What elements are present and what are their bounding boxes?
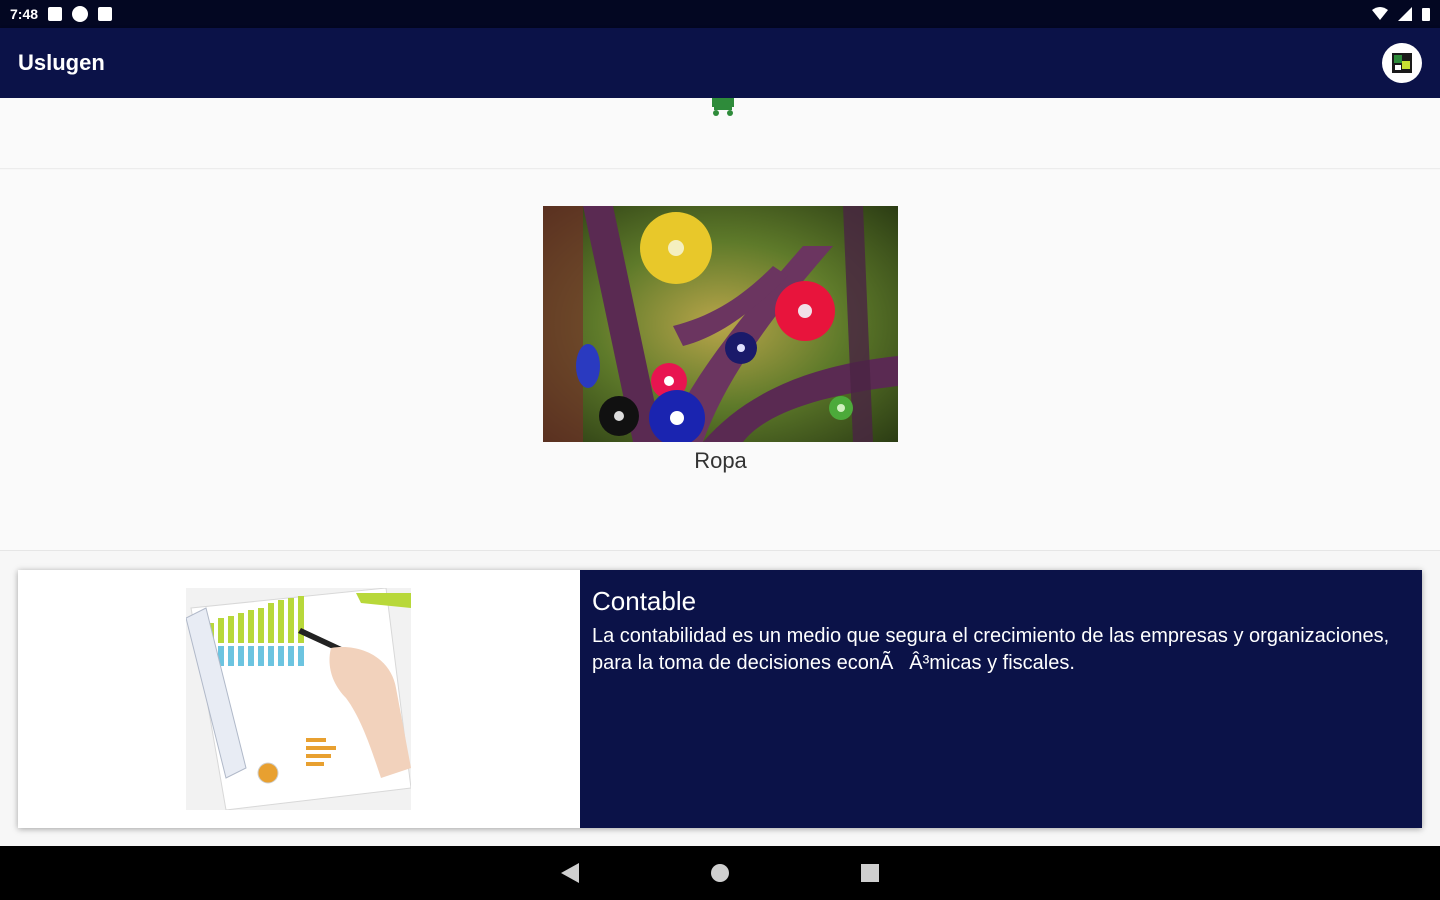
home-button[interactable]: [705, 858, 735, 888]
service-card-contable[interactable]: Contable La contabilidad es un medio que…: [18, 570, 1422, 828]
service-image-contable: [186, 588, 411, 810]
back-button[interactable]: [555, 858, 585, 888]
app-logo-avatar[interactable]: [1382, 43, 1422, 83]
status-right: [1372, 7, 1430, 21]
pinterest-icon: [72, 6, 89, 22]
app-logo-icon: [1392, 53, 1412, 73]
battery-icon: [1422, 8, 1430, 21]
app-title: Uslugen: [18, 50, 105, 75]
status-bar: 7:48: [0, 0, 1440, 28]
category-image-ropa[interactable]: [543, 206, 898, 442]
service-description: La contabilidad es un medio que segura e…: [592, 625, 1390, 674]
cart-strip: [0, 98, 1440, 169]
status-left: 7:48: [10, 6, 113, 22]
navigation-bar: [0, 846, 1440, 900]
service-info: Contable La contabilidad es un medio que…: [580, 570, 1422, 828]
service-title: Contable: [592, 586, 697, 616]
category-label[interactable]: Ropa: [543, 448, 898, 474]
shopping-cart-icon[interactable]: [708, 98, 738, 118]
wifi-icon: [1372, 7, 1388, 20]
status-time: 7:48: [10, 6, 39, 22]
back-triangle-icon: [561, 863, 579, 883]
category-section: Ropa: [0, 170, 1440, 551]
service-image-container: [18, 570, 580, 828]
sd-card-icon: [98, 7, 113, 21]
signal-icon: [1398, 7, 1412, 21]
app-bar: Uslugen: [0, 28, 1440, 98]
home-circle-icon: [711, 864, 729, 882]
recents-button[interactable]: [855, 858, 885, 888]
notification-icon: [48, 7, 63, 21]
recents-square-icon: [861, 864, 879, 882]
